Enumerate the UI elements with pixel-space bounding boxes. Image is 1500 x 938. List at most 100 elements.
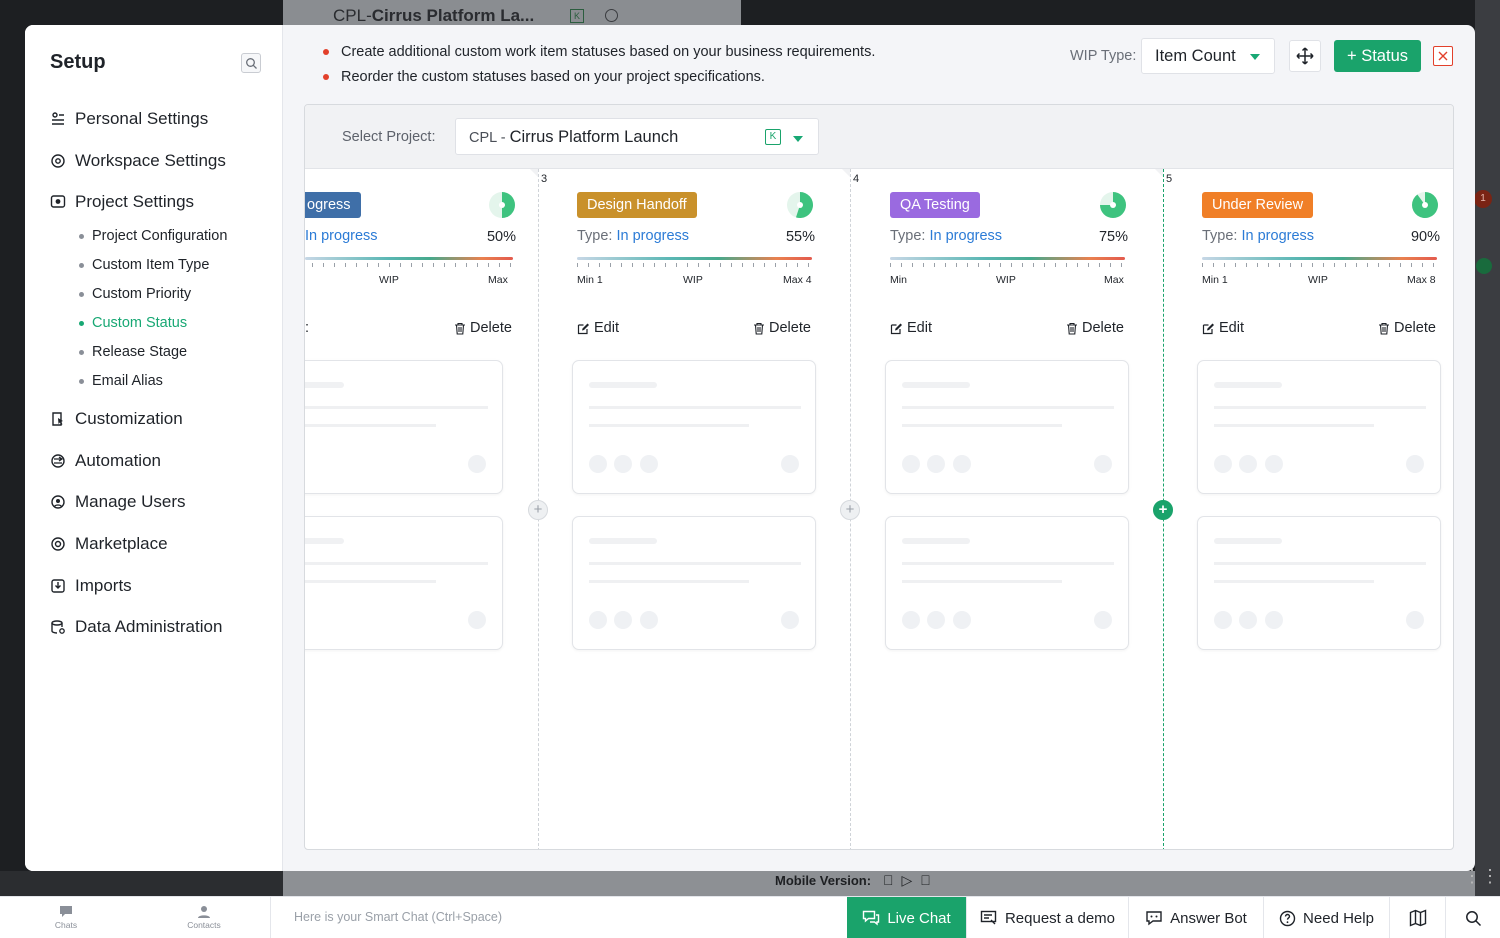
- placeholder-line: [305, 538, 344, 544]
- search-button[interactable]: [1445, 897, 1500, 938]
- status-type-value: In progress: [616, 228, 690, 244]
- placeholder-line: [305, 424, 436, 427]
- delete-status-button[interactable]: Delete: [1066, 320, 1124, 336]
- sidebar-subitem-custom-status[interactable]: Custom Status: [79, 313, 187, 333]
- edit-icon: [890, 323, 902, 334]
- background-left-footer: [0, 871, 283, 896]
- sidebar-item-label: Workspace Settings: [75, 151, 226, 170]
- sidebar-subitem-label: Custom Item Type: [92, 257, 210, 273]
- edit-status-button[interactable]: Edit: [1202, 320, 1244, 336]
- trash-icon: [1067, 322, 1077, 335]
- sidebar-subitem-custom-priority[interactable]: Custom Priority: [79, 284, 191, 304]
- sidebar-item-label: Project Settings: [75, 192, 195, 211]
- placeholder-avatar: [1265, 455, 1283, 473]
- sidebar-item-imports[interactable]: Imports: [49, 574, 132, 598]
- chats-tab[interactable]: Chats: [36, 905, 96, 930]
- wip-range-ticks: [312, 263, 512, 267]
- contacts-tab[interactable]: Contacts: [174, 905, 234, 930]
- project-select[interactable]: CPL - Cirrus Platform Launch K: [455, 118, 819, 155]
- sidebar-item-marketplace[interactable]: Marketplace: [49, 532, 168, 556]
- placeholder-avatar: [902, 611, 920, 629]
- sidebar-subitem-email-alias[interactable]: Email Alias: [79, 371, 163, 391]
- sidebar-item-manage-users[interactable]: Manage Users: [49, 490, 186, 514]
- wip-scale-max: Max 4: [783, 274, 812, 286]
- status-column: Under Review Type: In progress 90% Min 1…: [1202, 169, 1453, 849]
- sidebar-item-personal-settings[interactable]: Personal Settings: [49, 107, 208, 131]
- placeholder-line: [902, 538, 970, 544]
- answer-bot-icon: [1146, 911, 1162, 926]
- project-key-icon: K: [765, 129, 781, 145]
- project-select-value: CPL - Cirrus Platform Launch: [469, 128, 678, 147]
- trash-icon: [455, 322, 465, 335]
- delete-status-button[interactable]: Delete: [753, 320, 811, 336]
- wip-range-ticks: [1202, 263, 1437, 267]
- answer-bot-button[interactable]: Answer Bot: [1128, 897, 1263, 938]
- manage-users-icon: [49, 493, 67, 511]
- sidebar-item-workspace-settings[interactable]: Workspace Settings: [49, 149, 226, 173]
- smart-chat-input[interactable]: Here is your Smart Chat (Ctrl+Space): [294, 910, 502, 924]
- bottom-bar: Chats Contacts Here is your Smart Chat (…: [0, 896, 1500, 938]
- edit-status-button[interactable]: Edit: [577, 320, 619, 336]
- delete-status-button[interactable]: Delete: [1378, 320, 1436, 336]
- delete-status-button[interactable]: Delete: [454, 320, 512, 336]
- sidebar-item-automation[interactable]: Automation: [49, 449, 161, 473]
- reorder-button[interactable]: [1289, 40, 1321, 72]
- wip-type-select[interactable]: Item Count: [1141, 38, 1275, 74]
- placeholder-avatar: [953, 611, 971, 629]
- placeholder-avatar: [468, 611, 486, 629]
- placeholder-line: [902, 562, 1114, 565]
- sidebar-item-project-settings[interactable]: Project Settings: [49, 190, 194, 214]
- sidebar-subitem-release-stage[interactable]: Release Stage: [79, 342, 187, 362]
- edit-status-button[interactable]: Edit: [890, 320, 932, 336]
- sidebar-item-data-administration[interactable]: Data Administration: [49, 615, 222, 639]
- marketplace-icon: [49, 535, 67, 553]
- sidebar-item-customization[interactable]: Customization: [49, 407, 183, 431]
- background-info-icon: [605, 9, 618, 22]
- sidebar-subitem-label: Custom Priority: [92, 286, 192, 302]
- sidebar-subitem-custom-item-type[interactable]: Custom Item Type: [79, 255, 209, 275]
- status-badge[interactable]: ogress: [305, 192, 361, 218]
- instruction-item: Reorder the custom statuses based on you…: [323, 68, 875, 93]
- live-chat-button[interactable]: Live Chat: [847, 897, 966, 938]
- add-status-button[interactable]: + Status: [1334, 40, 1421, 72]
- status-badge[interactable]: QA Testing: [890, 192, 980, 218]
- edit-status-button[interactable]: :: [305, 320, 309, 336]
- placeholder-avatar: [589, 455, 607, 473]
- request-demo-button[interactable]: Request a demo: [966, 897, 1128, 938]
- chat-bubble-icon: [60, 906, 72, 917]
- bottom-bar-divider: [270, 897, 271, 938]
- project-name: Cirrus Platform Launch: [509, 128, 679, 146]
- contact-person-icon: [198, 906, 210, 918]
- bullet-dot: [79, 262, 84, 268]
- status-badge[interactable]: Design Handoff: [577, 192, 697, 218]
- wip-scale-wip: WIP: [683, 274, 703, 286]
- sidebar-subitem-label: Email Alias: [92, 373, 163, 389]
- imports-icon: [49, 577, 67, 595]
- placeholder-line: [589, 382, 657, 388]
- sidebar-search-button[interactable]: [241, 53, 261, 73]
- sidebar-item-label: Imports: [75, 576, 132, 595]
- live-chat-label: Live Chat: [887, 909, 951, 927]
- need-help-button[interactable]: Need Help: [1263, 897, 1389, 938]
- placeholder-line: [589, 580, 749, 583]
- placeholder-line: [589, 562, 801, 565]
- close-button[interactable]: [1433, 46, 1453, 66]
- wip-type-value: Item Count: [1155, 47, 1236, 65]
- bullet-dot: [79, 320, 84, 326]
- wip-range-ticks: [890, 263, 1125, 267]
- sidebar-subitem-project-configuration[interactable]: Project Configuration: [79, 226, 227, 246]
- map-button[interactable]: [1389, 897, 1445, 938]
- status-board: Select Project: CPL - Cirrus Platform La…: [304, 104, 1454, 850]
- placeholder-line: [305, 382, 344, 388]
- status-type: Type: In progress: [890, 228, 1002, 244]
- wip-percent: 75%: [1098, 229, 1128, 245]
- edit-label: Edit: [594, 320, 619, 336]
- chevron-down-icon: [793, 136, 803, 142]
- delete-label: Delete: [1082, 320, 1124, 336]
- need-help-label: Need Help: [1303, 909, 1374, 927]
- background-key-icon: K: [570, 9, 584, 23]
- help-circle-icon: [1279, 910, 1296, 926]
- wip-scale-min: Min 1: [1202, 274, 1228, 286]
- status-badge[interactable]: Under Review: [1202, 192, 1314, 218]
- edit-icon: [1202, 323, 1214, 334]
